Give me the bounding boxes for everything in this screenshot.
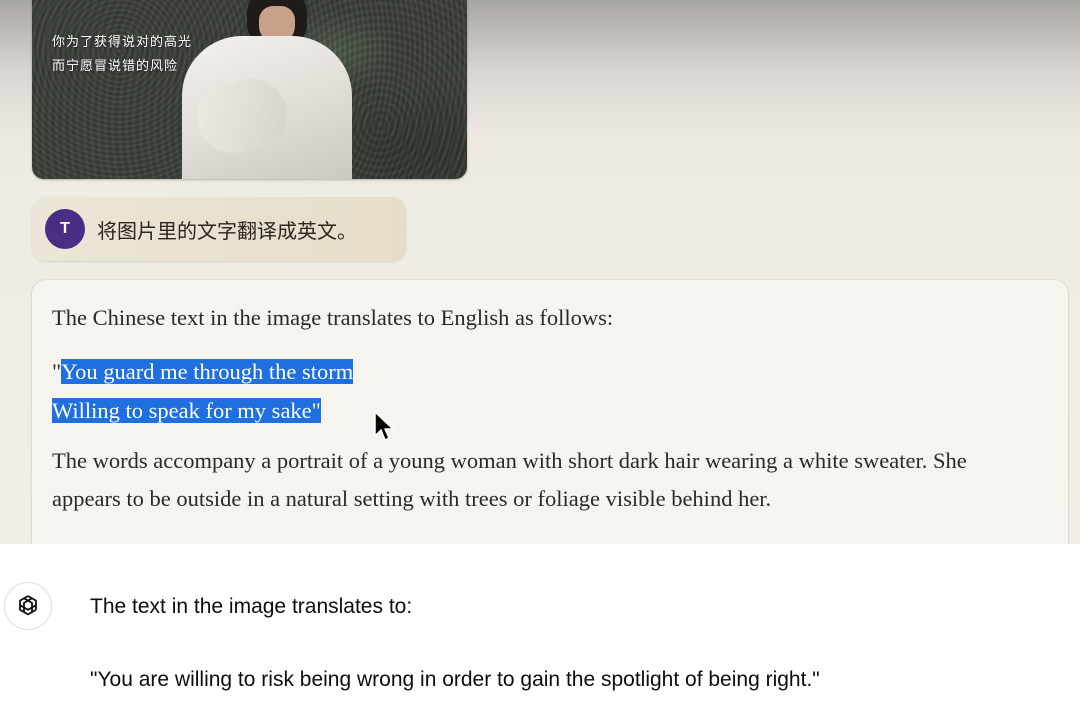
claude-chat-panel: 你为了获得说对的高光 而宁愿冒说错的风险 T 将图片里的文字翻译成英文。 The… xyxy=(0,0,1080,544)
quote-open-mark: " xyxy=(52,359,62,384)
chatgpt-logo-icon xyxy=(4,582,52,630)
selected-quote-line-2[interactable]: Willing to speak for my sake" xyxy=(52,398,321,423)
response-intro: The Chinese text in the image translates… xyxy=(52,305,614,330)
user-avatar[interactable]: T xyxy=(45,209,85,249)
response-description: The words accompany a portrait of a youn… xyxy=(52,448,967,511)
openai-knot-icon xyxy=(19,595,37,616)
chatgpt-response-line-2: "You are willing to risk being wrong in … xyxy=(90,668,820,691)
chatgpt-response-line-1: The text in the image translates to: xyxy=(90,595,413,618)
caption-line-1: 你为了获得说对的高光 xyxy=(52,35,193,50)
image-caption: 你为了获得说对的高光 而宁愿冒说错的风险 xyxy=(52,31,192,79)
avatar-letter: T xyxy=(60,220,70,237)
user-message-text: 将图片里的文字翻译成英文。 xyxy=(97,218,357,243)
selected-quote-line-1[interactable]: You guard me through the storm xyxy=(61,359,354,384)
chatgpt-response-panel: The text in the image translates to: "Yo… xyxy=(0,544,1080,716)
attached-image[interactable]: 你为了获得说对的高光 而宁愿冒说错的风险 xyxy=(32,0,467,179)
assistant-response-card: The Chinese text in the image translates… xyxy=(32,280,1068,544)
user-message-bubble: T 将图片里的文字翻译成英文。 xyxy=(32,197,406,261)
caption-line-2: 而宁愿冒说错的风险 xyxy=(52,59,179,74)
mouse-pointer-icon xyxy=(374,411,394,441)
response-quote: "You guard me through the storm Willing … xyxy=(52,352,354,430)
